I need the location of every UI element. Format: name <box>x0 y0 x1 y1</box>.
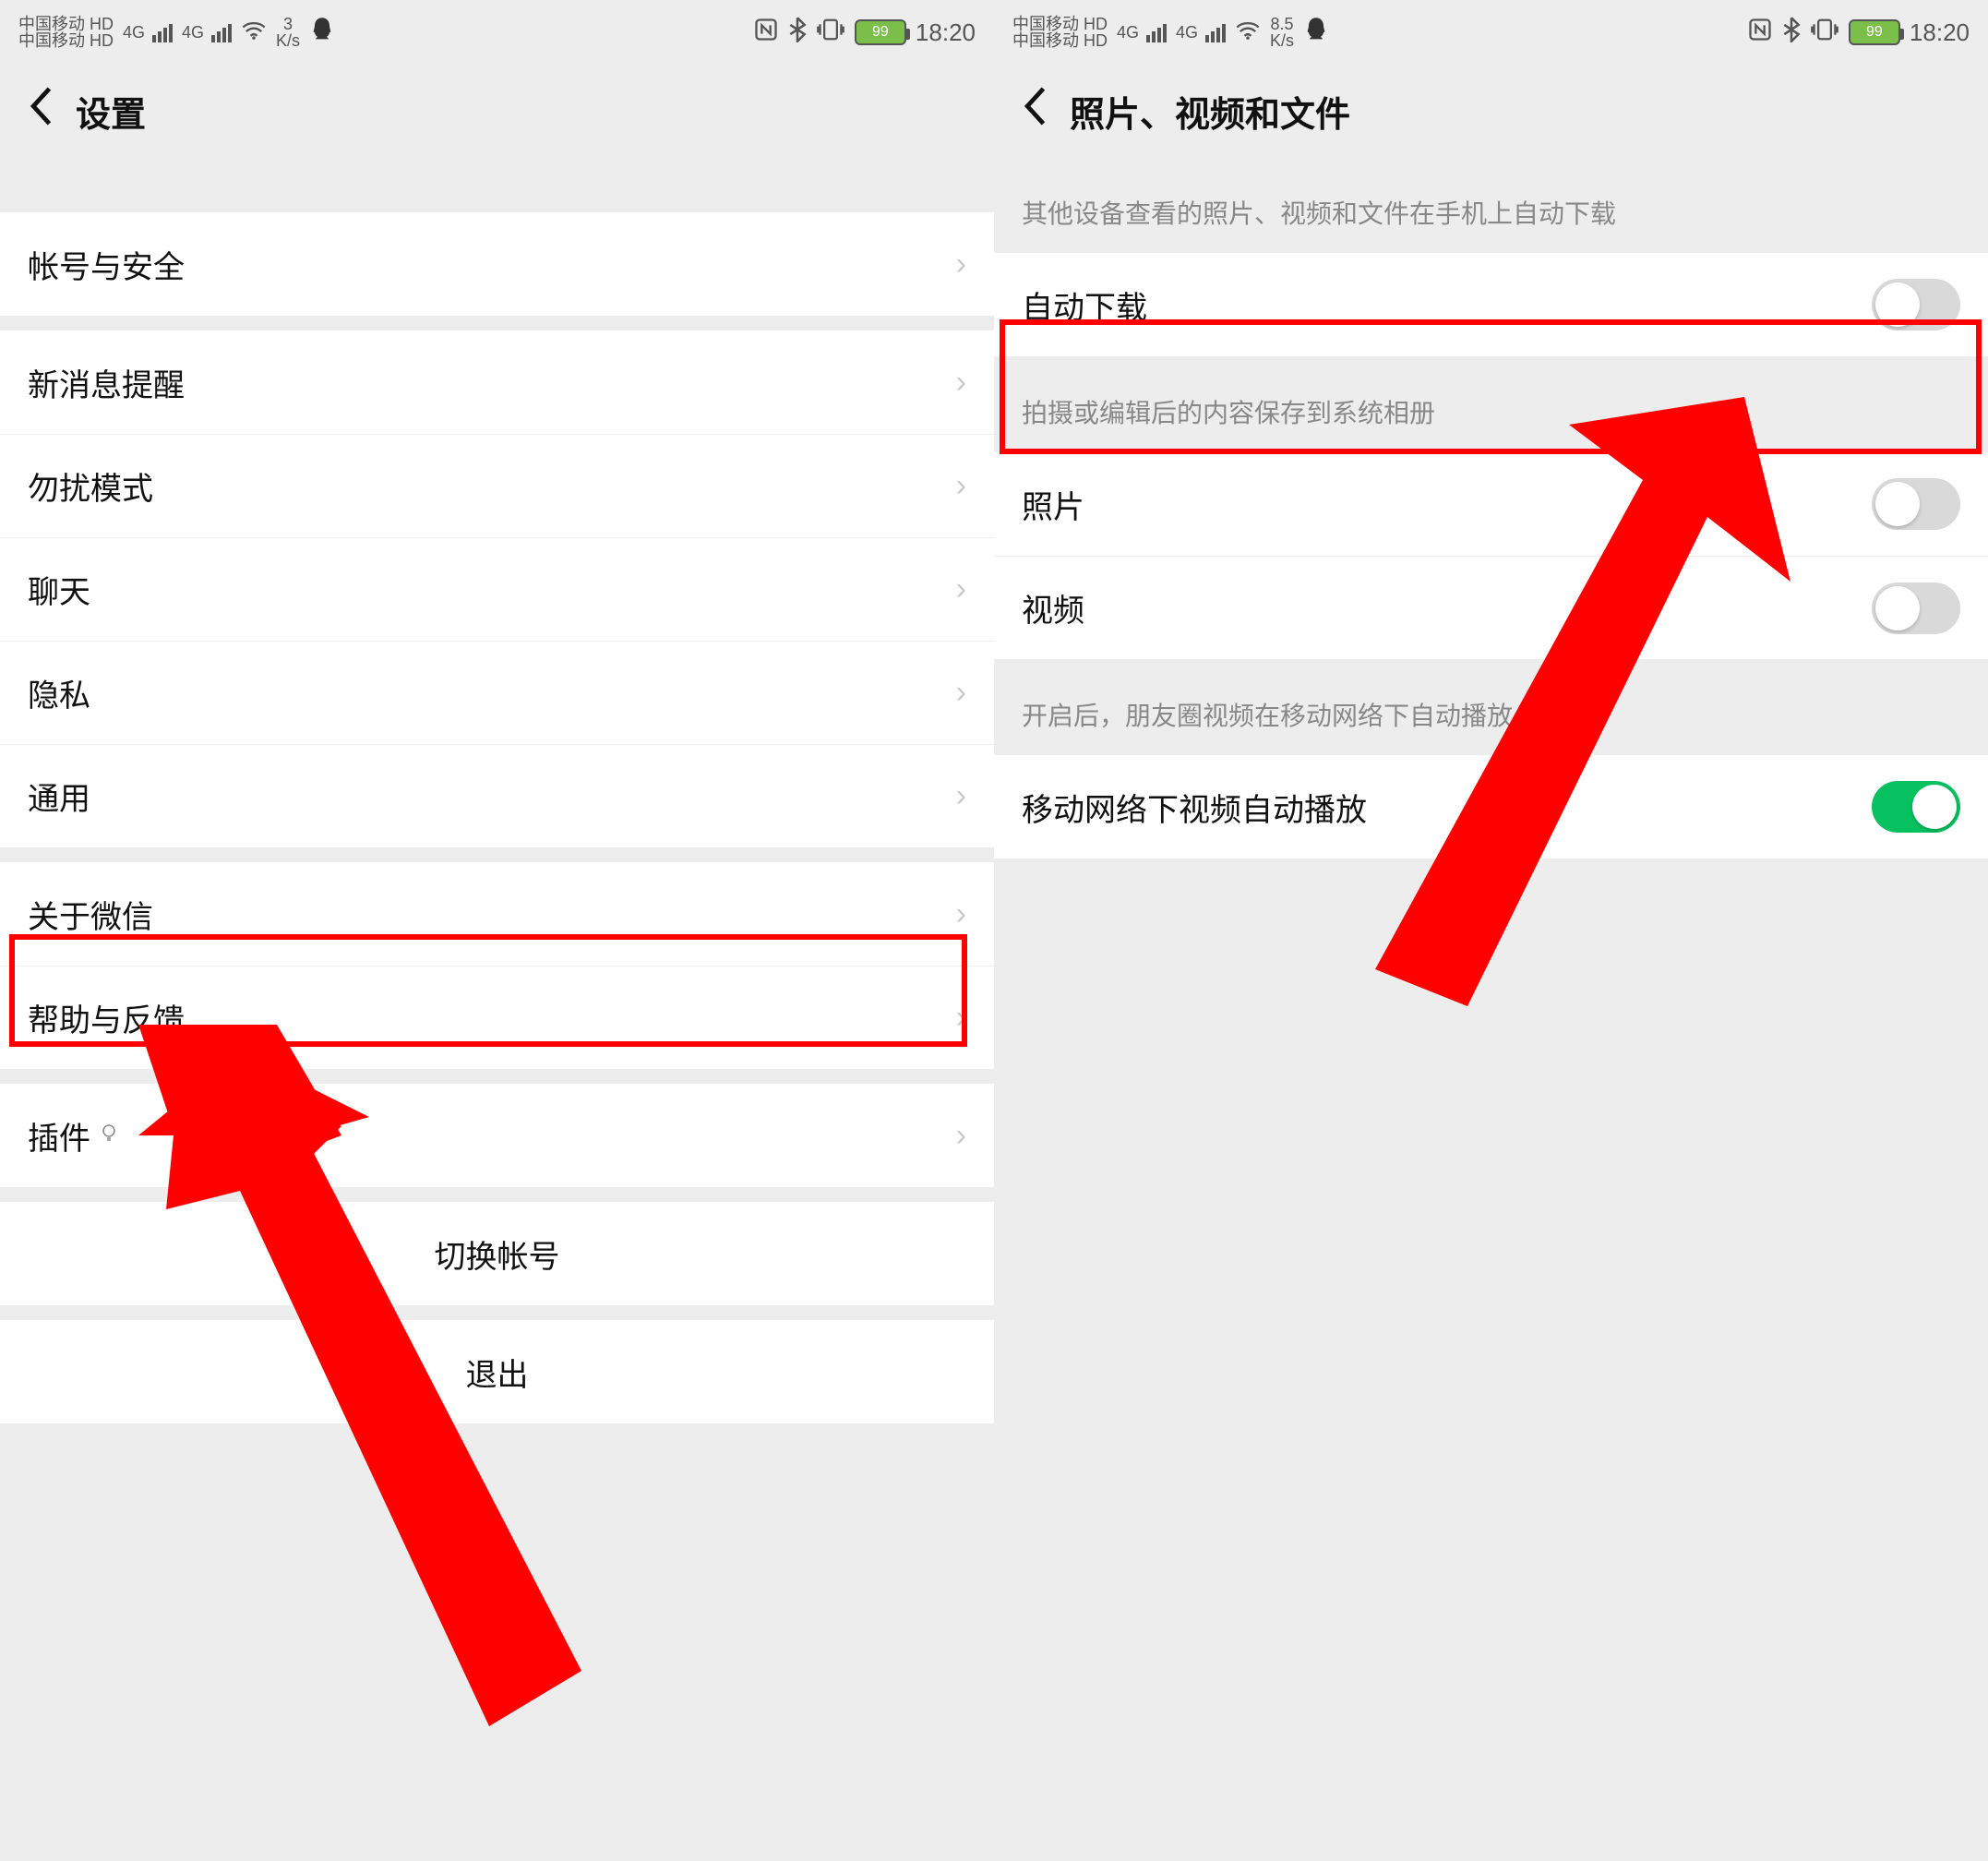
cell-video[interactable]: 视频 <box>994 556 1988 659</box>
chevron-right-icon: › <box>956 675 966 711</box>
section-label-autodl: 其他设备查看的照片、视频和文件在手机上自动下载 <box>994 157 1988 253</box>
cell-label: 退出 <box>466 1350 529 1395</box>
cell-label: 插件 <box>28 1113 90 1159</box>
battery-icon: 99 <box>855 19 906 45</box>
battery-icon: 99 <box>1849 19 1900 45</box>
cell-help[interactable]: 帮助与反馈 › <box>0 966 994 1069</box>
nav-header: 设置 <box>0 65 994 157</box>
chevron-right-icon: › <box>956 365 966 401</box>
qq-icon <box>309 16 335 50</box>
status-bar: 中国移动 HD 中国移动 HD 4G 4G 8.5K/s <box>994 0 1988 65</box>
cell-label: 帮助与反馈 <box>28 995 185 1040</box>
chevron-right-icon: › <box>956 1118 966 1154</box>
chevron-right-icon: › <box>956 571 966 607</box>
cell-photo[interactable]: 照片 <box>994 452 1988 556</box>
toggle-photo[interactable] <box>1872 478 1960 530</box>
cell-label: 帐号与安全 <box>28 242 185 287</box>
carrier-labels: 中国移动 HD 中国移动 HD <box>1012 16 1108 49</box>
cell-label: 自动下载 <box>1022 282 1147 328</box>
phone-right-media-settings: 中国移动 HD 中国移动 HD 4G 4G 8.5K/s <box>994 0 1988 1861</box>
toggle-video[interactable] <box>1872 582 1960 634</box>
cell-logout[interactable]: 退出 <box>0 1320 994 1423</box>
cell-label: 关于微信 <box>28 892 153 937</box>
cell-autoplay[interactable]: 移动网络下视频自动播放 <box>994 755 1988 858</box>
phone-left-settings: 中国移动 HD 中国移动 HD 4G 4G 3K/s <box>0 0 994 1861</box>
chevron-right-icon: › <box>956 896 966 932</box>
status-bar: 中国移动 HD 中国移动 HD 4G 4G 3K/s <box>0 0 994 65</box>
toggle-auto-download[interactable] <box>1872 279 1960 330</box>
section-label-autoplay: 开启后，朋友圈视频在移动网络下自动播放 <box>994 659 1988 755</box>
net-speed: 3K/s <box>276 16 300 49</box>
chevron-right-icon: › <box>956 246 966 282</box>
cell-plugin[interactable]: 插件 › <box>0 1084 994 1187</box>
clock: 18:20 <box>1910 18 1970 47</box>
bluetooth-icon <box>1782 17 1801 49</box>
cell-label: 移动网络下视频自动播放 <box>1022 785 1367 830</box>
cell-new-message-notify[interactable]: 新消息提醒 › <box>0 330 994 434</box>
cell-label: 切换帐号 <box>435 1231 560 1277</box>
vibrate-icon <box>1810 17 1839 49</box>
cell-auto-download[interactable]: 自动下载 <box>994 253 1988 356</box>
cell-privacy[interactable]: 隐私 › <box>0 641 994 744</box>
bluetooth-icon <box>788 17 807 49</box>
chevron-right-icon: › <box>956 1000 966 1036</box>
cell-switch-account[interactable]: 切换帐号 <box>0 1202 994 1305</box>
chevron-right-icon: › <box>956 778 966 814</box>
cell-label: 隐私 <box>28 670 90 715</box>
carrier-labels: 中国移动 HD 中国移动 HD <box>18 16 114 49</box>
cell-label: 视频 <box>1022 585 1084 630</box>
cell-chat[interactable]: 聊天 › <box>0 537 994 641</box>
wifi-icon <box>241 18 267 47</box>
signal-icon-2: 4G <box>1176 23 1226 42</box>
signal-icon-2: 4G <box>182 23 232 42</box>
plugin-bulb-icon <box>98 1122 120 1150</box>
cell-label: 聊天 <box>28 567 90 612</box>
page-title: 设置 <box>76 86 146 137</box>
signal-icon: 4G <box>1117 23 1167 42</box>
clock: 18:20 <box>916 18 976 47</box>
toggle-autoplay[interactable] <box>1872 781 1960 833</box>
qq-icon <box>1303 16 1329 50</box>
cell-label: 新消息提醒 <box>28 360 185 405</box>
signal-icon: 4G <box>123 23 173 42</box>
cell-label: 勿扰模式 <box>28 463 153 509</box>
cell-label: 通用 <box>28 774 90 819</box>
cell-label: 照片 <box>1022 482 1084 527</box>
net-speed: 8.5K/s <box>1270 16 1294 49</box>
cell-about[interactable]: 关于微信 › <box>0 862 994 966</box>
back-icon[interactable] <box>28 86 54 137</box>
vibrate-icon <box>816 17 845 49</box>
nfc-icon <box>1747 17 1773 49</box>
nfc-icon <box>753 17 779 49</box>
wifi-icon <box>1235 18 1261 47</box>
nav-header: 照片、视频和文件 <box>994 65 1988 157</box>
cell-account-security[interactable]: 帐号与安全 › <box>0 212 994 316</box>
chevron-right-icon: › <box>956 468 966 504</box>
back-icon[interactable] <box>1022 86 1048 137</box>
section-label-save: 拍摄或编辑后的内容保存到系统相册 <box>994 356 1988 452</box>
cell-dnd[interactable]: 勿扰模式 › <box>0 434 994 537</box>
cell-general[interactable]: 通用 › <box>0 744 994 847</box>
page-title: 照片、视频和文件 <box>1070 86 1350 137</box>
